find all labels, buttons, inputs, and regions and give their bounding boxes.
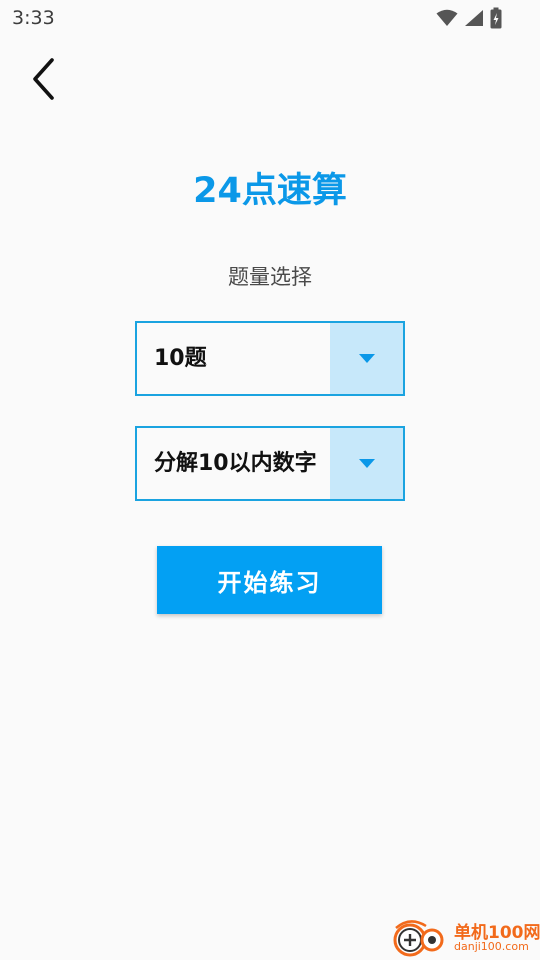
cell-signal-icon: [465, 10, 483, 26]
watermark-logo-icon: [393, 920, 444, 957]
triangle-down-icon: [358, 459, 375, 468]
watermark: 单机100网 danji100.com: [390, 916, 540, 960]
watermark-url: danji100.com: [454, 940, 529, 953]
question-count-dropdown[interactable]: 10题: [135, 321, 405, 396]
dropdown-toggle[interactable]: [330, 428, 403, 499]
start-practice-button[interactable]: 开始练习: [157, 546, 382, 614]
dropdown-toggle[interactable]: [330, 323, 403, 394]
page-title: 24点速算: [193, 171, 347, 211]
number-range-dropdown[interactable]: 分解10以内数字: [135, 426, 405, 501]
back-button[interactable]: [22, 54, 66, 104]
status-time: 3:33: [12, 7, 55, 29]
triangle-down-icon: [358, 354, 375, 363]
chevron-left-icon: [33, 58, 54, 100]
screen: 3:33 24点速算 题量选择 10题 分解10以内数字 开始练习 单机100网…: [0, 0, 540, 960]
status-bar: 3:33: [0, 0, 540, 36]
question-count-value: 10题: [154, 346, 207, 371]
number-range-value: 分解10以内数字: [154, 451, 317, 476]
wifi-icon: [436, 9, 458, 26]
battery-charging-icon: [490, 7, 502, 29]
status-icons: [436, 6, 502, 30]
quantity-selection-label: 题量选择: [228, 265, 312, 289]
